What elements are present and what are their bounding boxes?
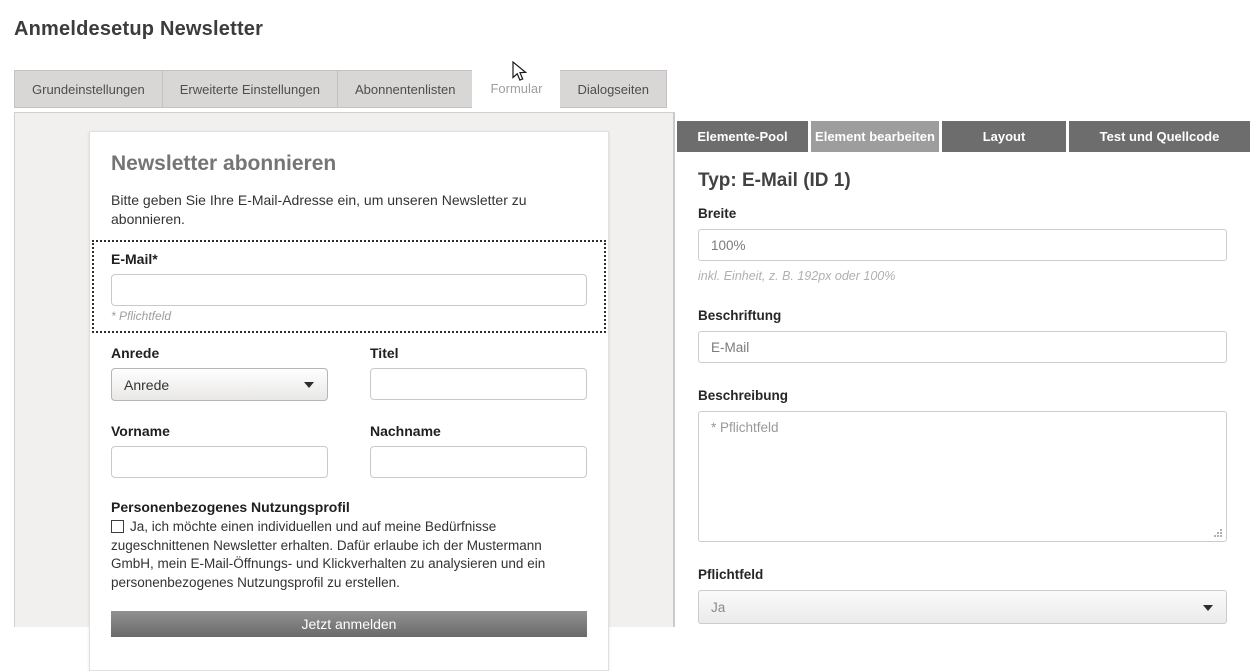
breite-hint: inkl. Einheit, z. B. 192px oder 100% [698,269,1227,283]
vorname-field: Vorname [111,423,328,478]
anrede-label: Anrede [111,345,328,361]
row-anrede-titel: Anrede Anrede Titel [111,345,587,401]
resize-grip-icon[interactable] [1213,528,1223,538]
page-title: Anmeldesetup Newsletter [14,18,263,41]
titel-input[interactable] [370,368,587,400]
nachname-input[interactable] [370,446,587,478]
beschreibung-textarea[interactable]: * Pflichtfeld [698,411,1227,542]
tab-erweiterte-einstellungen[interactable]: Erweiterte Einstellungen [162,70,338,108]
beschriftung-label: Beschriftung [698,308,1227,323]
form-intro-text: Bitte geben Sie Ihre E-Mail-Adresse ein,… [111,191,587,229]
editor-tab-test-und-quellcode[interactable]: Test und Quellcode [1069,121,1250,152]
editor-tab-layout[interactable]: Layout [942,121,1066,152]
vorname-input[interactable] [111,446,328,478]
titel-label: Titel [370,345,587,361]
mouse-cursor-icon [512,61,530,83]
selected-email-element[interactable]: E-Mail* * Pflichtfeld [92,240,606,333]
anrede-field: Anrede Anrede [111,345,328,401]
tab-dialogseiten[interactable]: Dialogseiten [559,70,667,108]
tab-abonnentenlisten[interactable]: Abonnentenlisten [337,70,473,108]
pflichtfeld-selected-value: Ja [711,600,725,615]
beschriftung-input[interactable] [698,331,1227,363]
tab-grundeinstellungen[interactable]: Grundeinstellungen [14,70,163,108]
nachname-field: Nachname [370,423,587,478]
pflichtfeld-select[interactable]: Ja [698,590,1227,624]
element-editor-panel: Elemente-Pool Element bearbeiten Layout … [677,110,1250,627]
titel-field: Titel [370,345,587,401]
submit-button[interactable]: Jetzt anmelden [111,611,587,637]
editor-content: Typ: E-Mail (ID 1) Breite inkl. Einheit,… [677,152,1250,624]
email-label: E-Mail* [111,251,587,267]
main-tab-bar: Grundeinstellungen Erweiterte Einstellun… [14,70,666,112]
breite-label: Breite [698,206,1227,221]
anrede-select[interactable]: Anrede [111,368,328,401]
consent-text: Ja, ich möchte einen individuellen und a… [111,519,545,590]
row-vorname-nachname: Vorname Nachname [111,423,587,478]
newsletter-form-card: Newsletter abonnieren Bitte geben Sie Ih… [89,131,609,671]
anrede-selected-value: Anrede [124,377,169,393]
chevron-down-icon [304,382,314,388]
email-input[interactable] [111,274,587,306]
consent-paragraph: Ja, ich möchte einen individuellen und a… [111,518,587,592]
form-preview-panel: Newsletter abonnieren Bitte geben Sie Ih… [14,112,675,627]
email-required-hint: * Pflichtfeld [111,309,587,323]
consent-heading: Personenbezogenes Nutzungsprofil [111,499,587,515]
editor-tab-element-bearbeiten[interactable]: Element bearbeiten [811,121,939,152]
editor-tab-elemente-pool[interactable]: Elemente-Pool [677,121,808,152]
editor-tab-bar: Elemente-Pool Element bearbeiten Layout … [677,121,1250,152]
vorname-label: Vorname [111,423,328,439]
form-heading: Newsletter abonnieren [111,152,587,176]
nachname-label: Nachname [370,423,587,439]
chevron-down-icon [1203,605,1213,611]
consent-checkbox[interactable] [111,520,124,533]
beschreibung-label: Beschreibung [698,388,1227,403]
element-type-heading: Typ: E-Mail (ID 1) [698,170,1227,192]
beschreibung-field: * Pflichtfeld [698,411,1227,542]
breite-input[interactable] [698,229,1227,261]
pflichtfeld-label: Pflichtfeld [698,567,1227,582]
